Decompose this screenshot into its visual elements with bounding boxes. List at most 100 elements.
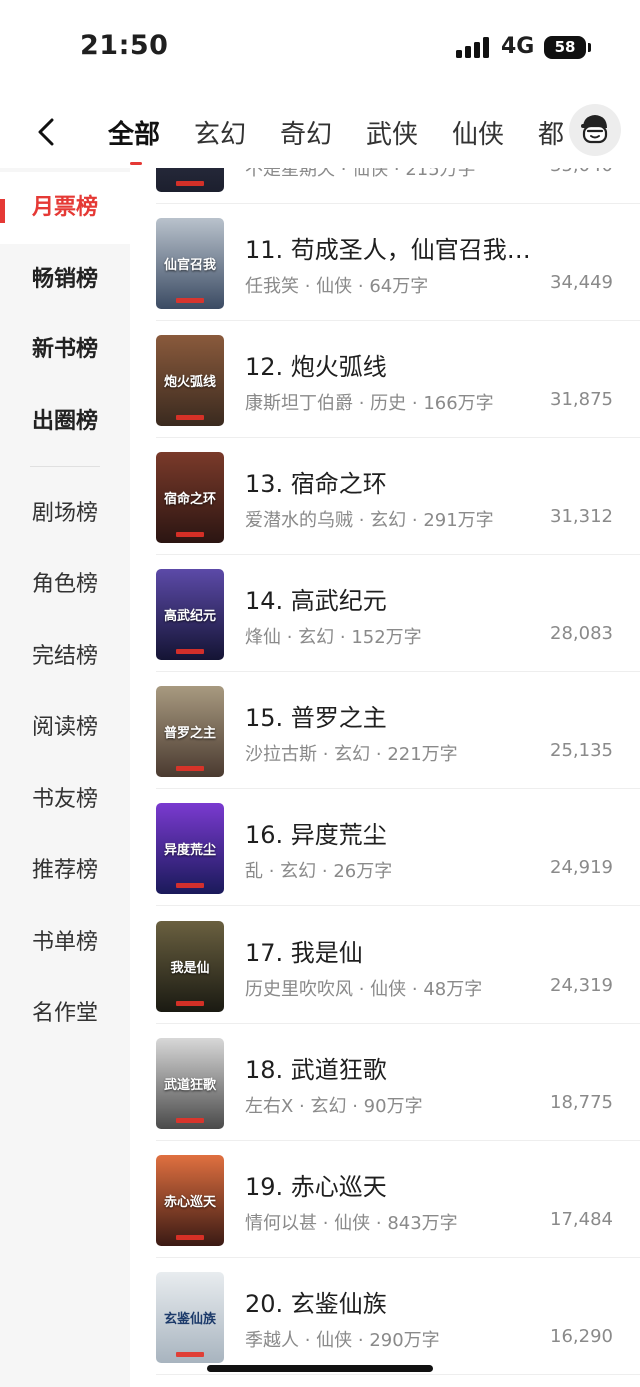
list-item[interactable]: 宿命之环 13. 宿命之环 爱潜水的乌贼 · 玄幻 · 291万字 31,312 <box>130 438 640 555</box>
book-cover: 宿命之环 <box>156 452 224 543</box>
ticket-count: 25,135 <box>550 740 613 761</box>
chevron-left-icon <box>38 118 54 146</box>
book-title: 17. 我是仙 <box>245 939 363 967</box>
cover-title: 宿命之环 <box>163 492 216 507</box>
publisher-badge <box>176 766 204 771</box>
book-cover <box>156 168 224 192</box>
publisher-badge <box>176 298 204 303</box>
cover-title: 高武纪元 <box>163 609 216 624</box>
back-button[interactable] <box>26 112 66 152</box>
list-item[interactable]: 炮火弧线 12. 炮火弧线 康斯坦丁伯爵 · 历史 · 166万字 31,875 <box>130 321 640 438</box>
ticket-count: 28,083 <box>550 623 613 644</box>
sidebar-item-reader-friends[interactable]: 书友榜 <box>0 764 130 836</box>
mascot-face-icon <box>581 115 608 144</box>
publisher-badge <box>176 1352 204 1357</box>
tab-qihuan[interactable]: 奇幻 <box>280 114 332 151</box>
cover-title: 异度荒尘 <box>163 843 216 858</box>
book-cover: 普罗之主 <box>156 686 224 777</box>
list-item[interactable]: 普罗之主 15. 普罗之主 沙拉古斯 · 玄幻 · 221万字 25,135 <box>130 672 640 789</box>
list-item[interactable]: 异度荒尘 16. 异度荒尘 乱 · 玄幻 · 26万字 24,919 <box>130 789 640 906</box>
home-indicator[interactable] <box>207 1365 433 1372</box>
ticket-count: 31,875 <box>550 389 613 410</box>
ticket-count: 24,319 <box>550 975 613 996</box>
list-item[interactable]: 仙官召我 11. 苟成圣人，仙官召我… 任我笑 · 仙侠 · 64万字 34,4… <box>130 204 640 321</box>
cover-title: 武道狂歌 <box>163 1078 216 1093</box>
book-title: 14. 高武纪元 <box>245 587 387 615</box>
sidebar-item-new-books[interactable]: 新书榜 <box>0 314 130 386</box>
publisher-badge <box>176 649 204 654</box>
tab-wuxia[interactable]: 武侠 <box>366 114 418 151</box>
publisher-badge <box>176 1118 204 1123</box>
book-cover: 我是仙 <box>156 921 224 1012</box>
ticket-count: 24,919 <box>550 857 613 878</box>
cover-title: 玄鉴仙族 <box>163 1312 216 1327</box>
sidebar-divider <box>30 466 100 467</box>
publisher-badge <box>176 181 204 186</box>
book-cover: 高武纪元 <box>156 569 224 660</box>
book-meta: 乱 · 玄幻 · 26万字 <box>245 861 393 882</box>
list-item[interactable]: 武道狂歌 18. 武道狂歌 左右X · 玄幻 · 90万字 18,775 <box>130 1024 640 1141</box>
ticket-count: 35,040 <box>550 168 613 176</box>
tab-all[interactable]: 全部 <box>108 114 160 151</box>
sidebar-item-booklist[interactable]: 书单榜 <box>0 907 130 979</box>
list-item[interactable]: 赤心巡天 19. 赤心巡天 情何以甚 · 仙侠 · 843万字 17,484 <box>130 1141 640 1258</box>
list-item[interactable]: 玄鉴仙族 20. 玄鉴仙族 季越人 · 仙侠 · 290万字 16,290 <box>130 1258 640 1375</box>
book-ranking-list: 不是星期天 · 仙侠 · 215万字 35,040 仙官召我 11. 苟成圣人，… <box>130 168 640 1387</box>
ticket-count: 18,775 <box>550 1092 613 1113</box>
book-meta: 康斯坦丁伯爵 · 历史 · 166万字 <box>245 393 494 414</box>
active-indicator <box>0 199 5 223</box>
sidebar-item-completed[interactable]: 完结榜 <box>0 621 130 693</box>
tab-xianxia[interactable]: 仙侠 <box>452 114 504 151</box>
book-title: 20. 玄鉴仙族 <box>245 1290 387 1318</box>
sidebar-item-monthly-ticket[interactable]: 月票榜 <box>0 172 130 244</box>
tab-dushi[interactable]: 都 <box>538 114 564 151</box>
sidebar-item-character[interactable]: 角色榜 <box>0 549 130 621</box>
list-item[interactable]: 不是星期天 · 仙侠 · 215万字 35,040 <box>130 168 640 204</box>
book-cover: 玄鉴仙族 <box>156 1272 224 1363</box>
sidebar-item-breakout[interactable]: 出圈榜 <box>0 386 130 458</box>
sidebar-item-hall-of-fame[interactable]: 名作堂 <box>0 978 130 1050</box>
cover-title: 我是仙 <box>170 961 210 976</box>
ticket-count: 34,449 <box>550 272 613 293</box>
book-cover: 仙官召我 <box>156 218 224 309</box>
status-bar: 21:50 4G 58 <box>0 0 640 96</box>
cover-title: 赤心巡天 <box>163 1195 216 1210</box>
status-time: 21:50 <box>80 30 169 61</box>
battery-icon: 58 <box>544 36 586 59</box>
sidebar-item-recommended[interactable]: 推荐榜 <box>0 835 130 907</box>
book-meta: 情何以甚 · 仙侠 · 843万字 <box>245 1213 458 1234</box>
book-title: 18. 武道狂歌 <box>245 1056 387 1084</box>
book-title: 12. 炮火弧线 <box>245 353 387 381</box>
cover-title: 炮火弧线 <box>163 375 216 390</box>
sidebar-item-bestseller[interactable]: 畅销榜 <box>0 244 130 316</box>
tab-xuanhuan[interactable]: 玄幻 <box>194 114 246 151</box>
book-meta: 任我笑 · 仙侠 · 64万字 <box>245 276 429 297</box>
ranking-sidebar: 月票榜 畅销榜 新书榜 出圈榜 剧场榜 角色榜 完结榜 阅读榜 书友榜 推荐榜 … <box>0 168 130 1387</box>
sidebar-item-label: 月票榜 <box>31 195 98 220</box>
book-meta: 烽仙 · 玄幻 · 152万字 <box>245 627 422 648</box>
publisher-badge <box>176 1001 204 1006</box>
battery-tip <box>588 43 591 52</box>
book-meta: 不是星期天 · 仙侠 · 215万字 <box>245 168 476 180</box>
book-meta: 季越人 · 仙侠 · 290万字 <box>245 1330 440 1351</box>
network-type: 4G <box>501 34 535 59</box>
book-cover: 炮火弧线 <box>156 335 224 426</box>
book-title: 13. 宿命之环 <box>245 470 387 498</box>
publisher-badge <box>176 415 204 420</box>
book-title: 11. 苟成圣人，仙官召我… <box>245 236 531 264</box>
book-meta: 左右X · 玄幻 · 90万字 <box>245 1096 423 1117</box>
avatar[interactable] <box>569 104 621 156</box>
sidebar-item-theater[interactable]: 剧场榜 <box>0 478 130 550</box>
signal-icon <box>456 36 492 58</box>
list-item[interactable]: 我是仙 17. 我是仙 历史里吹吹风 · 仙侠 · 48万字 24,319 <box>130 907 640 1024</box>
book-meta: 爱潜水的乌贼 · 玄幻 · 291万字 <box>245 510 494 531</box>
category-tabs: 全部 玄幻 奇幻 武侠 仙侠 都 <box>108 96 578 168</box>
cover-title: 仙官召我 <box>163 258 216 273</box>
book-cover: 赤心巡天 <box>156 1155 224 1246</box>
ticket-count: 31,312 <box>550 506 613 527</box>
list-item[interactable]: 高武纪元 14. 高武纪元 烽仙 · 玄幻 · 152万字 28,083 <box>130 555 640 672</box>
active-tab-indicator <box>130 162 142 165</box>
row-divider <box>156 1374 640 1375</box>
publisher-badge <box>176 1235 204 1240</box>
sidebar-item-reading[interactable]: 阅读榜 <box>0 692 130 764</box>
